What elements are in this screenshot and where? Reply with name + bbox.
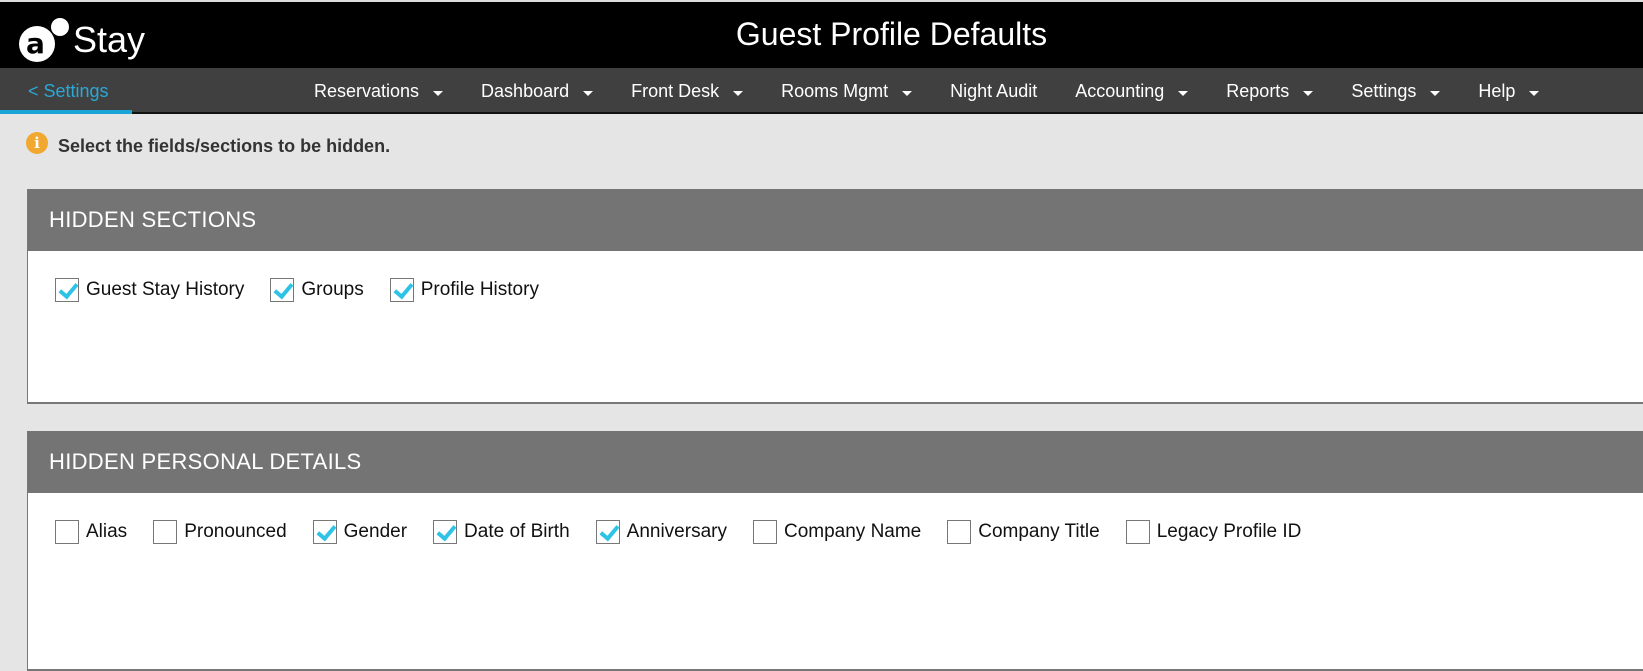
title-bar: a Stay Guest Profile Defaults xyxy=(0,0,1643,68)
checkbox-checked[interactable] xyxy=(270,278,295,302)
page-title: Guest Profile Defaults xyxy=(735,16,1048,52)
checkbox-unchecked[interactable] xyxy=(947,520,972,544)
nav-item-label: Settings xyxy=(1351,81,1417,101)
checkbox-checked[interactable] xyxy=(312,520,337,544)
section-options: Guest Stay History Groups Profile History xyxy=(28,251,1643,302)
hidden-sections-panel: HIDDEN SECTIONS Guest Stay History Groups… xyxy=(27,189,1643,404)
option-pronounced[interactable]: Pronounced xyxy=(153,520,287,544)
checkbox-checked[interactable] xyxy=(595,520,620,544)
nav-item-label: Accounting xyxy=(1075,81,1165,101)
option-label: Gender xyxy=(343,521,408,542)
nav-item-settings[interactable]: Settings xyxy=(1332,68,1459,114)
option-groups[interactable]: Groups xyxy=(270,278,364,302)
option-label: Guest Stay History xyxy=(86,279,245,300)
option-date-of-birth[interactable]: Date of Birth xyxy=(433,520,570,544)
nav-item-night-audit[interactable]: Night Audit xyxy=(931,68,1056,114)
caret-down-icon xyxy=(1529,90,1540,96)
option-alias[interactable]: Alias xyxy=(55,520,127,544)
option-label: Groups xyxy=(301,279,364,300)
back-to-settings-link[interactable]: < Settings xyxy=(0,68,132,114)
hidden-personal-details-panel: HIDDEN PERSONAL DETAILS Alias Pronounced G… xyxy=(27,431,1643,671)
checkbox-checked[interactable] xyxy=(389,278,414,302)
option-legacy-profile-id[interactable]: Legacy Profile ID xyxy=(1125,520,1302,544)
nav-item-reports[interactable]: Reports xyxy=(1207,68,1332,114)
nav-item-label: Rooms Mgmt xyxy=(781,81,889,101)
info-text: Select the fields/sections to be hidden. xyxy=(58,136,391,156)
nav-item-label: Reports xyxy=(1226,81,1290,101)
option-company-title[interactable]: Company Title xyxy=(947,520,1100,544)
option-label: Company Name xyxy=(783,521,922,542)
info-icon: i xyxy=(26,131,48,154)
nav-item-accounting[interactable]: Accounting xyxy=(1056,68,1207,114)
checkbox-unchecked[interactable] xyxy=(1125,520,1150,544)
option-label: Alias xyxy=(86,521,128,542)
nav-menu: Reservations Dashboard Front Desk Rooms Mgm… xyxy=(295,68,1558,114)
nav-item-label: Dashboard xyxy=(481,81,570,101)
caret-down-icon xyxy=(1430,90,1441,96)
info-message: i Select the fields/sections to be hidde… xyxy=(26,131,391,157)
section-options: Alias Pronounced Gender Date of Birth Annive… xyxy=(28,493,1643,544)
checkbox-checked[interactable] xyxy=(55,278,79,302)
nav-item-label: Front Desk xyxy=(631,81,720,101)
option-label: Company Title xyxy=(978,521,1100,542)
option-anniversary[interactable]: Anniversary xyxy=(595,520,727,544)
option-profile-history[interactable]: Profile History xyxy=(389,278,539,302)
checkbox-unchecked[interactable] xyxy=(153,520,178,544)
caret-down-icon xyxy=(583,90,594,96)
option-label: Date of Birth xyxy=(464,521,570,542)
option-label: Profile History xyxy=(420,279,539,300)
nav-item-label: Reservations xyxy=(314,81,420,101)
checkbox-unchecked[interactable] xyxy=(55,520,79,544)
option-guest-stay-history[interactable]: Guest Stay History xyxy=(55,278,244,302)
nav-item-rooms-mgmt[interactable]: Rooms Mgmt xyxy=(762,68,931,114)
nav-item-label: Help xyxy=(1478,81,1516,101)
main-nav: < Settings Reservations Dashboard Front De… xyxy=(0,68,1643,114)
nav-item-dashboard[interactable]: Dashboard xyxy=(462,68,612,114)
option-label: Pronounced xyxy=(184,521,287,542)
option-label: Legacy Profile ID xyxy=(1156,521,1302,542)
caret-down-icon xyxy=(902,90,913,96)
section-header: HIDDEN PERSONAL DETAILS xyxy=(28,431,1643,493)
caret-down-icon xyxy=(433,90,444,96)
option-gender[interactable]: Gender xyxy=(312,520,408,544)
checkbox-checked[interactable] xyxy=(433,520,458,544)
nav-item-reservations[interactable]: Reservations xyxy=(295,68,462,114)
option-company-name[interactable]: Company Name xyxy=(752,520,922,544)
caret-down-icon xyxy=(1303,90,1314,96)
nav-item-front-desk[interactable]: Front Desk xyxy=(612,68,762,114)
section-header: HIDDEN SECTIONS xyxy=(28,189,1643,251)
caret-down-icon xyxy=(1178,90,1189,96)
caret-down-icon xyxy=(733,90,744,96)
nav-item-label: Night Audit xyxy=(950,81,1038,101)
checkbox-unchecked[interactable] xyxy=(752,520,777,544)
option-label: Anniversary xyxy=(626,521,727,542)
nav-item-help[interactable]: Help xyxy=(1459,68,1558,114)
